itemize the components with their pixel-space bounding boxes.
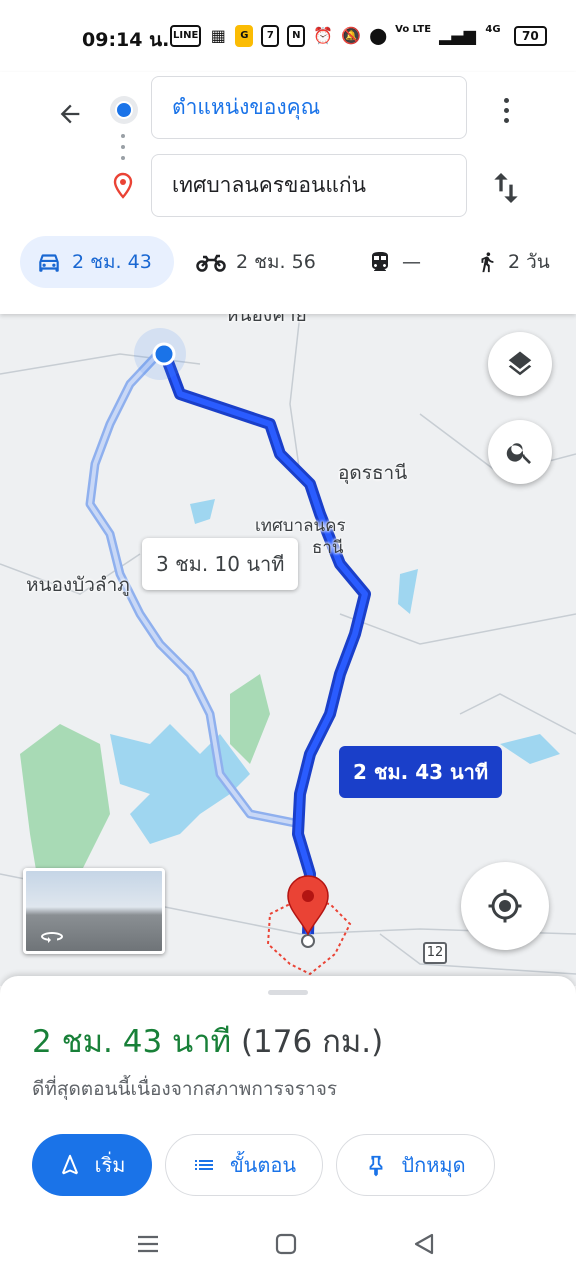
mode-motorcycle[interactable]: 2 ชม. 56 [196,236,316,288]
walk-icon [481,252,494,273]
alt-route-time-label[interactable]: 3 ชม. 10 นาที [142,538,299,590]
start-button-label: เริ่ม [94,1153,126,1177]
lake-1 [190,499,215,524]
route-summary-sheet[interactable]: 2 ชม. 43 นาที (176 กม.) ดีที่สุดตอนนี้เน… [0,976,576,1206]
film-icon: ▦ [210,26,226,45]
layers-button[interactable] [488,332,552,396]
status-time: 09:14 น. [82,29,170,51]
g-app-icon: G [235,25,254,47]
status-bar: 09:14 น. LINE ▦ G 7 N ⏰ 🔕 ⬤ Vo LTE ▂▄▆ 4… [0,0,576,72]
route-summary: 2 ชม. 43 นาที (176 กม.) [32,1016,383,1066]
search-along-route-button[interactable] [488,420,552,484]
map-label-nongbua: หนองบัวลำภู [26,574,130,596]
steps-button[interactable]: ขั้นตอน [165,1134,323,1196]
status-icons: LINE ▦ G 7 N ⏰ 🔕 ⬤ Vo LTE ▂▄▆ 4G 70 [170,25,547,47]
route-dots [121,134,125,160]
my-location-icon [488,889,522,923]
mode-transit[interactable]: — [368,236,421,288]
destination-pin-icon [113,172,133,199]
car-icon [39,254,59,272]
recent-apps-icon[interactable] [134,1230,162,1258]
motorcycle-icon [196,254,226,272]
start-button[interactable]: เริ่ม [32,1134,152,1196]
nfc-icon: N [287,25,306,47]
mode-motorcycle-label: 2 ชม. 56 [236,251,316,273]
pushpin-icon [369,1155,383,1177]
alarm-icon: ⏰ [313,26,334,45]
lake-3 [500,734,560,764]
steps-button-label: ขั้นตอน [229,1153,296,1177]
train-icon [372,252,388,271]
search-icon [506,443,531,464]
park-area-2 [230,674,270,764]
list-icon [194,1160,213,1170]
directions-header: ตำแหน่งของคุณ เทศบาลนครขอนแก่น 2 ชม. 43 … [0,72,576,314]
mode-car[interactable]: 2 ชม. 43 [20,236,174,288]
map-view[interactable]: หนองคาย อุดรธานี เทศบาลนคร ธานี หนองบัวล… [0,314,576,986]
origin-field[interactable]: ตำแหน่งของคุณ [151,76,467,139]
seven-eleven-icon: 7 [261,25,280,47]
destination-field[interactable]: เทศบาลนครขอนแก่น [151,154,467,217]
destination-map-pin-icon [287,875,329,936]
battery-indicator: 70 [513,26,547,46]
system-nav-bar [0,1206,576,1280]
highway-shield: 12 [423,942,447,964]
map-label-udon: อุดรธานี [338,462,408,484]
mode-car-label: 2 ชม. 43 [72,251,152,273]
back-nav-icon[interactable] [410,1230,438,1258]
navigation-arrow-icon [61,1154,78,1175]
arrow-back-icon [60,104,80,124]
pin-button-label: ปักหมุด [401,1153,466,1177]
mode-walk-label: 2 วัน [508,251,550,273]
map-label-nongkhai: หนองคาย [226,314,307,326]
street-view-thumbnail[interactable] [23,868,165,954]
volte-icon: Vo LTE [395,24,432,35]
layers-icon [508,351,532,376]
street-view-rotate-icon [41,932,63,943]
pin-button[interactable]: ปักหมุด [336,1134,495,1196]
lake-2 [398,569,418,614]
location-icon: ⬤ [369,26,388,45]
route-subtext: ดีที่สุดตอนนี้เนื่องจากสภาพการจราจร [32,1078,338,1100]
back-button[interactable] [48,92,92,136]
map-label-udon-municipality-2: ธานี [312,538,344,558]
line-icon: LINE [170,25,202,47]
my-location-button[interactable] [461,862,549,950]
main-route-time-label[interactable]: 2 ชม. 43 นาที [339,746,503,798]
home-icon[interactable] [272,1230,300,1258]
route-duration: 2 ชม. 43 นาที [32,1024,232,1060]
sheet-drag-handle[interactable] [268,990,308,995]
4g-signal-icon: 4G [485,24,501,35]
origin-dot-icon [110,96,138,124]
more-options-button[interactable] [492,90,520,130]
main-route [159,351,371,935]
mode-transit-label: — [402,251,421,273]
travel-modes: 2 ชม. 43 2 ชม. 56 — 2 วัน [0,236,576,288]
swap-icon[interactable] [486,166,526,210]
signal-icon: ▂▄▆ [439,26,476,45]
mode-walk[interactable]: 2 วัน [476,236,550,288]
route-distance: (176 กม.) [240,1024,384,1060]
origin-location-dot [152,342,176,366]
mute-icon: 🔕 [341,26,362,45]
